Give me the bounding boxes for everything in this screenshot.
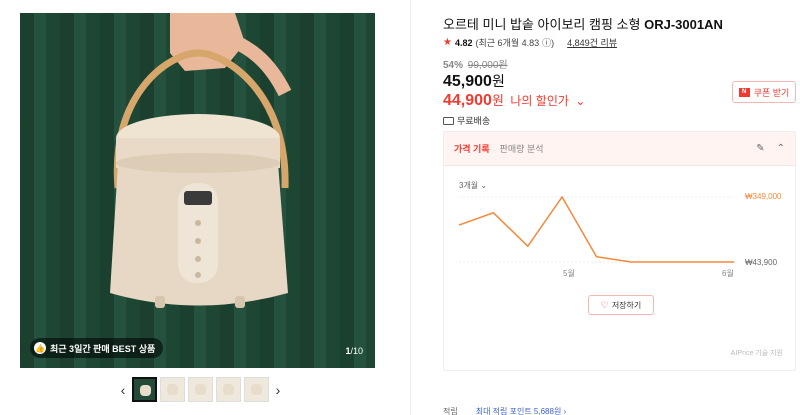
tab-price-history[interactable]: 가격 기록: [454, 142, 490, 155]
price-chart: ₩349,000 ₩43,900 5월 6월: [458, 192, 782, 278]
x-tick-june: 6월: [722, 268, 734, 278]
chart-max-label: ₩349,000: [745, 192, 782, 201]
rice-cooker-illustration: [110, 13, 292, 308]
product-name: 오르테 미니 밥솥 아이보리 캠핑 소형: [443, 17, 641, 32]
price-history-panel: 가격 기록 판매량 분석 ✎ ⌃ 3개월 ⌄ ₩349,000 ₩43,900 …: [443, 131, 796, 371]
coupon-label: 쿠폰 받기: [753, 87, 790, 98]
bottom-row: 적립 최대 적립 포인트 5,688원 ›: [443, 406, 566, 415]
sale-price: 45,900원: [443, 71, 505, 91]
points-label: 적립: [443, 407, 458, 415]
image-pager: 1/10: [345, 346, 363, 356]
thumbs-up-icon: 👍: [34, 342, 46, 354]
my-price-value: 44,900: [443, 92, 492, 109]
thumbnail-2[interactable]: [160, 377, 185, 402]
collapse-icon[interactable]: ⌃: [777, 143, 785, 154]
sale-price-value: 45,900: [443, 73, 492, 90]
thumbnail-5[interactable]: [244, 377, 269, 402]
rating-score: 4.82: [454, 37, 473, 48]
rating-detail: (최근 6개월 4.83: [475, 38, 540, 48]
product-page: 👍 최근 3일간 판매 BEST 상품 1/10 ‹ › 오르테 미니 밥솥 아…: [0, 0, 800, 415]
thumbnail-3[interactable]: [188, 377, 213, 402]
tab-sales-analysis[interactable]: 판매량 분석: [500, 142, 544, 155]
review-count-link[interactable]: 4,849건 리뷰: [567, 36, 617, 49]
edit-icon[interactable]: ✎: [756, 143, 764, 154]
info-icon[interactable]: ⓘ): [542, 36, 554, 49]
shipping-label: 무료배송: [457, 116, 491, 126]
star-icon: ★: [443, 37, 452, 48]
save-label: 저장하기: [611, 300, 642, 310]
chart-min-label: ₩43,900: [745, 258, 778, 267]
discount-row: 54% 99,000원: [443, 56, 508, 71]
sale-price-unit: 원: [491, 73, 505, 89]
price-line: [458, 195, 734, 263]
rating-row: ★ 4.82 (최근 6개월 4.83 ⓘ) 4,849건 리뷰: [443, 36, 617, 49]
chevron-left-icon[interactable]: ‹: [117, 382, 129, 398]
best-badge-text: 최근 3일간 판매 BEST 상품: [50, 343, 156, 354]
coupon-button[interactable]: N 쿠폰 받기: [732, 81, 796, 103]
product-model: ORJ-3001AN: [644, 17, 723, 32]
panel-tools: ✎ ⌃: [756, 143, 785, 154]
chevron-down-icon: ⌄: [575, 94, 586, 108]
save-button[interactable]: ♡ 저장하기: [588, 295, 654, 315]
my-price-unit: 원: [491, 93, 504, 108]
product-title: 오르테 미니 밥솥 아이보리 캠핑 소형 ORJ-3001AN: [443, 14, 723, 33]
best-seller-badge: 👍 최근 3일간 판매 BEST 상품: [30, 338, 164, 358]
discount-percent: 54%: [443, 60, 464, 71]
shipping-info: 무료배송: [443, 114, 490, 127]
heart-icon: ♡: [600, 299, 609, 310]
thumbnail-strip: ‹ ›: [117, 377, 284, 402]
chevron-right-icon[interactable]: ›: [272, 382, 284, 398]
my-price-label: 나의 할인가: [510, 94, 569, 108]
pager-total: /10: [350, 346, 363, 356]
credit-text: AIPrice 기술 지원: [730, 350, 783, 357]
column-divider: [410, 0, 411, 415]
points-link[interactable]: 최대 적립 포인트 5,688원 ›: [476, 406, 566, 415]
truck-icon: [443, 116, 454, 125]
x-tick-may: 5월: [563, 268, 575, 278]
thumbnail-1[interactable]: [132, 377, 157, 402]
product-main-image[interactable]: 👍 최근 3일간 판매 BEST 상품 1/10: [20, 13, 375, 368]
thumbnail-4[interactable]: [216, 377, 241, 402]
my-discount-price[interactable]: 44,900원 나의 할인가 ⌄: [443, 90, 585, 110]
coupon-icon: N: [738, 87, 750, 97]
panel-tabs: 가격 기록 판매량 분석 ✎ ⌃: [444, 132, 795, 166]
original-price: 99,000원: [467, 60, 508, 71]
